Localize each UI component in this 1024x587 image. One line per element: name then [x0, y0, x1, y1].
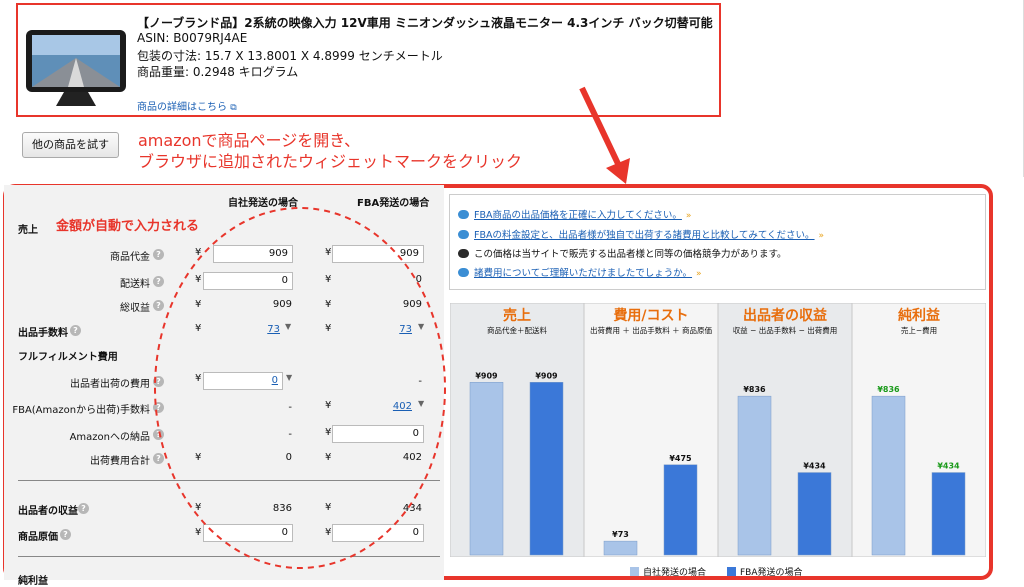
try-other-product-button[interactable]: 他の商品を試す [22, 132, 119, 158]
chevron-down-icon: » [685, 211, 692, 221]
comparison-chart: 売上商品代金＋配送料 ¥909 ¥909 費用/コスト出荷費用 ＋ 出品手数料 ＋ 商… [450, 303, 986, 557]
bar-value-label: ¥434 [937, 462, 960, 471]
cost-label: 商品原価 [18, 532, 58, 543]
net-label: 純利益 [18, 576, 48, 587]
help-icon[interactable]: ? [60, 529, 71, 540]
seller-ship-label: 出品者出荷の費用 [70, 379, 150, 390]
bar-fba [663, 464, 698, 556]
bar-self [469, 382, 504, 556]
bar-self [603, 540, 638, 556]
product-asin: ASIN: B0079RJ4AE [137, 31, 248, 45]
chart-category-subtitle: 出荷費用 ＋ 出品手数料 ＋ 商品原価 [590, 325, 713, 335]
info-link-4[interactable]: 諸費用についてご理解いただけましたでしょうか。» [458, 265, 702, 279]
chart-category-label: 費用/コスト [613, 307, 688, 324]
speech-bubble-icon [458, 210, 469, 219]
chevron-down-icon: » [818, 231, 825, 241]
product-detail-link[interactable]: 商品の詳細はこちら ⧉ [137, 98, 237, 113]
speech-bubble-icon [458, 268, 469, 277]
fba-fee-label: FBA(Amazonから出荷)手数料 [12, 405, 150, 416]
bar-value-label: ¥434 [803, 462, 826, 471]
chart-category-label: 売上 [503, 307, 531, 324]
fee-label: 出品手数料 [18, 328, 68, 339]
chart-category-label: 純利益 [898, 307, 940, 324]
product-title: 【ノーブランド品】2系統の映像入力 12V車用 ミニオンダッシュ液晶モニター 4… [137, 16, 713, 30]
legend-fba: FBA発送の場合 [727, 565, 803, 578]
chevron-down-icon: » [696, 269, 702, 279]
product-image [26, 30, 126, 106]
proceeds-label: 出品者の収益 [18, 506, 78, 517]
legend-self: 自社発送の場合 [630, 565, 706, 578]
bar-value-label: ¥909 [475, 371, 498, 380]
shipping-label: 配送料 [120, 279, 150, 290]
info-link-1[interactable]: FBA商品の出品価格を正確に入力してください。» [458, 207, 691, 221]
legend-swatch-self [630, 567, 639, 576]
product-dimensions: 包装の寸法: 15.7 X 13.8001 X 4.8999 センチメートル [137, 49, 443, 63]
bar-fba [797, 472, 832, 556]
total-revenue-label: 総収益 [120, 303, 150, 314]
section-fulfillment: フルフィルメント費用 [18, 352, 118, 363]
bar-value-label: ¥475 [669, 454, 692, 463]
bar-fba [529, 382, 564, 556]
info-link-2[interactable]: FBAの料金設定と、出品者様が独自で出荷する諸費用と比較してみてください。» [458, 227, 824, 241]
info-text-3: この価格は当サイトで販売する出品者様と同等の価格競争力があります。 [458, 246, 787, 260]
annotation-arrow [579, 86, 630, 184]
bar-value-label: ¥836 [877, 385, 900, 394]
speech-bubble-icon [458, 249, 469, 258]
external-link-icon: ⧉ [230, 103, 237, 113]
chart-category-label: 出品者の収益 [743, 307, 827, 324]
bar-self [737, 395, 772, 556]
help-icon[interactable]: ? [78, 503, 89, 514]
chart-column-bg [583, 303, 719, 557]
section-sales: 売上 [18, 225, 38, 236]
chart-category-subtitle: 収益 − 出品手数料 − 出荷費用 [733, 325, 838, 335]
annotation-line2: ブラウザに追加されたウィジェットマークをクリック [138, 152, 523, 171]
ship-total-label: 出荷費用合計 [90, 456, 150, 467]
bar-fba [931, 472, 966, 556]
bar-value-label: ¥836 [743, 385, 766, 394]
chart-category-subtitle: 売上−費用 [901, 325, 937, 335]
product-weight: 商品重量: 0.2948 キログラム [137, 65, 299, 79]
help-icon[interactable]: ? [70, 325, 81, 336]
inbound-label: Amazonへの納品 [69, 432, 150, 443]
bar-self [871, 395, 906, 556]
chart-category-subtitle: 商品代金＋配送料 [487, 325, 547, 335]
legend-swatch-fba [727, 567, 736, 576]
item-price-label: 商品代金 [110, 252, 150, 263]
bar-value-label: ¥73 [612, 530, 629, 539]
annotation-oval [154, 207, 446, 569]
bar-value-label: ¥909 [535, 371, 558, 380]
speech-bubble-icon [458, 230, 469, 239]
